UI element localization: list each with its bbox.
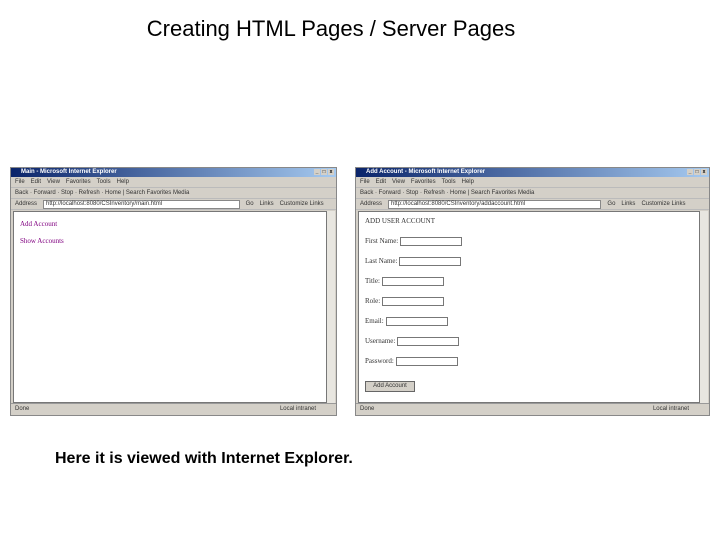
zone-text: Local intranet (652, 406, 689, 412)
maximize-button[interactable]: □ (321, 169, 327, 175)
title-input[interactable] (381, 276, 444, 286)
go-button[interactable]: Go (246, 199, 254, 209)
minimize-button[interactable]: _ (314, 169, 320, 175)
window-title: Main - Microsoft Internet Explorer (21, 169, 117, 175)
role-label: Role: (365, 297, 381, 305)
close-button[interactable]: x (701, 169, 707, 175)
page-content: ADD USER ACCOUNT First Name: Last Name: … (358, 211, 700, 403)
page-content: Add Account Show Accounts (13, 211, 327, 403)
maximize-button[interactable]: □ (694, 169, 700, 175)
address-input[interactable]: http://localhost:8080/CSInventory/addacc… (388, 199, 602, 209)
title-label: Title: (365, 277, 380, 285)
address-label: Address (15, 201, 38, 207)
address-bar: Address http://localhost:8080/CSInventory… (356, 199, 709, 210)
toolbar[interactable]: Back · Forward · Stop · Refresh · Home |… (356, 188, 709, 199)
username-input[interactable] (397, 336, 460, 346)
menu-view[interactable]: View (47, 177, 60, 187)
browser-window-main: Main - Microsoft Internet Explorer _ □ x F… (10, 167, 337, 416)
menu-view[interactable]: View (392, 177, 405, 187)
address-bar: Address http://localhost:8080/CSInventory… (11, 199, 336, 210)
toolbar[interactable]: Back · Forward · Stop · Refresh · Home |… (11, 188, 336, 199)
menu-help[interactable]: Help (462, 177, 474, 187)
menu-edit[interactable]: Edit (31, 177, 41, 187)
menu-file[interactable]: File (15, 177, 25, 187)
scrollbar[interactable] (327, 211, 335, 403)
username-label: Username: (365, 337, 396, 345)
password-input[interactable] (395, 356, 458, 366)
menu-edit[interactable]: Edit (376, 177, 386, 187)
links-label[interactable]: Links (621, 199, 635, 209)
window-title: Add Account - Microsoft Internet Explore… (366, 169, 486, 175)
menu-file[interactable]: File (360, 177, 370, 187)
email-label: Email: (365, 317, 384, 325)
last-name-label: Last Name: (365, 257, 398, 265)
status-text: Done (360, 406, 375, 412)
menu-favorites[interactable]: Favorites (411, 177, 436, 187)
menu-tools[interactable]: Tools (97, 177, 111, 187)
add-account-form: ADD USER ACCOUNT First Name: Last Name: … (365, 217, 463, 392)
close-button[interactable]: x (328, 169, 334, 175)
links-label[interactable]: Links (260, 199, 274, 209)
first-name-input[interactable] (400, 236, 463, 246)
role-input[interactable] (382, 296, 445, 306)
email-input[interactable] (385, 316, 448, 326)
add-account-button[interactable]: Add Account (365, 381, 415, 392)
address-input[interactable]: http://localhost:8080/CSInventory/main.h… (43, 199, 240, 209)
status-text: Done (15, 406, 30, 412)
menu-tools[interactable]: Tools (442, 177, 456, 187)
address-label: Address (360, 201, 383, 207)
menu-help[interactable]: Help (117, 177, 129, 187)
customize-links[interactable]: Customize Links (641, 199, 685, 209)
go-button[interactable]: Go (607, 199, 615, 209)
title-bar: Add Account - Microsoft Internet Explore… (356, 168, 709, 177)
status-bar: Done Local intranet (356, 403, 709, 415)
browser-window-add-account: Add Account - Microsoft Internet Explore… (355, 167, 710, 416)
slide-caption: Here it is viewed with Internet Explorer… (55, 450, 353, 467)
menu-favorites[interactable]: Favorites (66, 177, 91, 187)
zone-text: Local intranet (279, 406, 316, 412)
customize-links[interactable]: Customize Links (280, 199, 324, 209)
last-name-input[interactable] (399, 256, 462, 266)
menu-bar: File Edit View Favorites Tools Help (356, 177, 709, 188)
title-bar: Main - Microsoft Internet Explorer _ □ x (11, 168, 336, 177)
slide-title: Creating HTML Pages / Server Pages (146, 16, 516, 41)
password-label: Password: (365, 357, 394, 365)
status-bar: Done Local intranet (11, 403, 336, 415)
scrollbar[interactable] (700, 211, 708, 403)
form-heading: ADD USER ACCOUNT (365, 217, 436, 225)
add-account-link[interactable]: Add Account (20, 220, 57, 228)
show-accounts-link[interactable]: Show Accounts (20, 237, 64, 245)
menu-bar: File Edit View Favorites Tools Help (11, 177, 336, 188)
minimize-button[interactable]: _ (687, 169, 693, 175)
first-name-label: First Name: (365, 237, 399, 245)
